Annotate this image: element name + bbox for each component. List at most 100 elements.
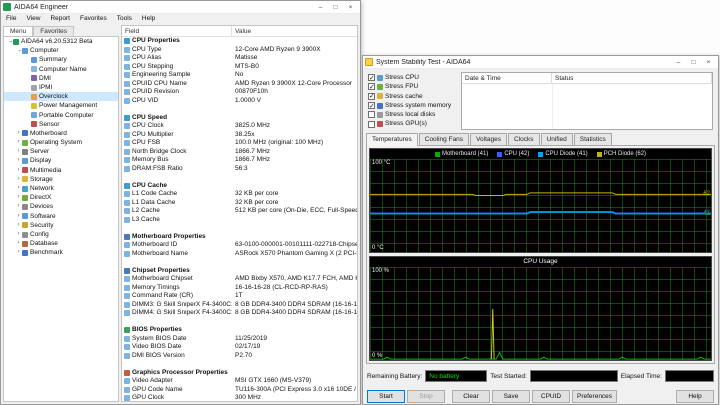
aida64-titlebar[interactable]: AIDA64 Engineer –□× xyxy=(1,1,360,14)
grid-row-engineering-sample[interactable]: Engineering SampleNo xyxy=(122,71,357,80)
grid-row-command-rate-cr[interactable]: Command Rate (CR)1T xyxy=(122,292,357,301)
grid-section-cpu-cache[interactable]: CPU Cache xyxy=(122,182,357,191)
grid-row-cpu-type[interactable]: CPU Type12-Core AMD Ryzen 9 3900X xyxy=(122,46,357,55)
tree-item-software[interactable]: ›Software xyxy=(4,212,118,221)
tab-temperatures[interactable]: Temperatures xyxy=(366,133,418,146)
start-button[interactable]: Start xyxy=(367,390,405,403)
grid-row-l1-data-cache[interactable]: L1 Data Cache32 KB per core xyxy=(122,199,357,208)
stop-button[interactable]: Stop xyxy=(407,390,445,403)
menu-item-view[interactable]: View xyxy=(21,14,45,24)
grid-row-gpu-code-name[interactable]: GPU Code NameTU116-300A (PCI Express 3.0… xyxy=(122,386,357,395)
tree-item-sensor[interactable]: Sensor xyxy=(4,120,118,129)
grid-row-cpu-stepping[interactable]: CPU SteppingMTS-B0 xyxy=(122,63,357,72)
stress-option-stress-cache[interactable]: Stress cache xyxy=(368,92,458,101)
grid-section-motherboard-properties[interactable]: Motherboard Properties xyxy=(122,233,357,242)
grid-row-gpu-clock[interactable]: GPU Clock300 MHz xyxy=(122,394,357,402)
stress-option-stress-system-memory[interactable]: Stress system memory xyxy=(368,101,458,110)
tab-unified[interactable]: Unified xyxy=(541,133,573,145)
grid-row-cpu-multiplier[interactable]: CPU Multiplier38.25x xyxy=(122,131,357,140)
grid-row-cpu-fsb[interactable]: CPU FSB100.0 MHz (original: 100 MHz) xyxy=(122,139,357,148)
tab-clocks[interactable]: Clocks xyxy=(508,133,540,145)
stress-option-stress-cpu[interactable]: Stress CPU xyxy=(368,73,458,82)
grid-row-dimm4-g-skill-sniperx-f4-3400c16-8gsxw[interactable]: DIMM4: G Skill SniperX F4-3400C16-8GSXW8… xyxy=(122,309,357,318)
checkbox-checked-icon[interactable] xyxy=(368,93,375,100)
tree-item-computer[interactable]: ›Computer xyxy=(4,46,118,55)
grid-row-memory-bus[interactable]: Memory Bus1866.7 MHz xyxy=(122,156,357,165)
sst-maximize-button[interactable]: □ xyxy=(686,57,701,68)
tree-item-network[interactable]: ›Network xyxy=(4,184,118,193)
sst-close-button[interactable]: × xyxy=(701,57,716,68)
tree-item-storage[interactable]: ›Storage xyxy=(4,175,118,184)
grid-row-video-adapter[interactable]: Video AdapterMSI GTX 1660 (MS-V379) xyxy=(122,377,357,386)
menu-item-tools[interactable]: Tools xyxy=(112,14,137,24)
tree-item-computer-name[interactable]: Computer Name xyxy=(4,65,118,74)
grid-row-cpuid-revision[interactable]: CPUID Revision00870F10h xyxy=(122,88,357,97)
tree-item-motherboard[interactable]: ›Motherboard xyxy=(4,129,118,138)
tree-item-aida64-v6-20-5312-beta[interactable]: ›AIDA64 v6.20.5312 Beta xyxy=(4,37,118,46)
aida64-minimize-button[interactable]: – xyxy=(313,2,328,13)
checkbox-unchecked-icon[interactable] xyxy=(368,121,375,128)
tree-item-multimedia[interactable]: ›Multimedia xyxy=(4,166,118,175)
grid-row-cpuid-cpu-name[interactable]: CPUID CPU NameAMD Ryzen 9 3900X 12-Core … xyxy=(122,80,357,89)
save-button[interactable]: Save xyxy=(492,390,530,403)
grid-row-memory-timings[interactable]: Memory Timings16-16-16-28 (CL-RCD-RP-RAS… xyxy=(122,284,357,293)
checkbox-checked-icon[interactable] xyxy=(368,102,375,109)
grid-row-l1-code-cache[interactable]: L1 Code Cache32 KB per core xyxy=(122,190,357,199)
menu-item-file[interactable]: File xyxy=(1,14,21,24)
grid-row-cpu-alias[interactable]: CPU AliasMatisse xyxy=(122,54,357,63)
grid-row-motherboard-id[interactable]: Motherboard ID63-0100-000001-00101111-02… xyxy=(122,241,357,250)
checkbox-checked-icon[interactable] xyxy=(368,83,375,90)
grid-row-l2-cache[interactable]: L2 Cache512 KB per core (On-Die, ECC, Fu… xyxy=(122,207,357,216)
tree-item-server[interactable]: ›Server xyxy=(4,147,118,156)
grid-row-north-bridge-clock[interactable]: North Bridge Clock1866.7 MHz xyxy=(122,148,357,157)
grid-row-cpu-vid[interactable]: CPU VID1.0000 V xyxy=(122,97,357,106)
grid-row-video-bios-date[interactable]: Video BIOS Date02/17/19 xyxy=(122,343,357,352)
checkbox-unchecked-icon[interactable] xyxy=(368,111,375,118)
grid-row-dmi-bios-version[interactable]: DMI BIOS VersionP2.70 xyxy=(122,352,357,361)
tree-item-dmi[interactable]: DMI xyxy=(4,74,118,83)
grid-section-cpu-properties[interactable]: CPU Properties xyxy=(122,37,357,46)
grid-section-cpu-speed[interactable]: CPU Speed xyxy=(122,114,357,123)
stress-option-stress-gpu-s[interactable]: Stress GPU(s) xyxy=(368,119,458,128)
tab-statistics[interactable]: Statistics xyxy=(574,133,612,145)
status-col-status[interactable]: Status xyxy=(552,73,712,83)
menu-item-favorites[interactable]: Favorites xyxy=(75,14,112,24)
tree-item-display[interactable]: ›Display xyxy=(4,156,118,165)
tab-cooling-fans[interactable]: Cooling Fans xyxy=(419,133,469,145)
panel-tab-favorites[interactable]: Favorites xyxy=(33,26,74,36)
tree-item-summary[interactable]: Summary xyxy=(4,55,118,64)
tree-item-power-management[interactable]: Power Management xyxy=(4,101,118,110)
tree-item-portable-computer[interactable]: Portable Computer xyxy=(4,111,118,120)
tree-item-devices[interactable]: ›Devices xyxy=(4,202,118,211)
grid-row-system-bios-date[interactable]: System BIOS Date11/25/2019 xyxy=(122,335,357,344)
menu-item-report[interactable]: Report xyxy=(45,14,75,24)
tab-voltages[interactable]: Voltages xyxy=(470,133,507,145)
tree-item-benchmark[interactable]: ›Benchmark xyxy=(4,248,118,257)
tree-item-directx[interactable]: ›DirectX xyxy=(4,193,118,202)
grid-row-dram-fsb-ratio[interactable]: DRAM:FSB Ratio56:3 xyxy=(122,165,357,174)
tree-item-overclock[interactable]: Overclock xyxy=(4,92,118,101)
aida64-close-button[interactable]: × xyxy=(343,2,358,13)
grid-row-cpu-clock[interactable]: CPU Clock3825.0 MHz xyxy=(122,122,357,131)
grid-row-dimm3-g-skill-sniperx-f4-3400c16-8gsxw[interactable]: DIMM3: G Skill SniperX F4-3400C16-8GSXW8… xyxy=(122,301,357,310)
stress-option-stress-fpu[interactable]: Stress FPU xyxy=(368,82,458,91)
cpuid-button[interactable]: CPUID xyxy=(532,390,570,403)
status-col-datetime[interactable]: Date & Time xyxy=(462,73,552,83)
grid-header-value[interactable]: Value xyxy=(232,26,254,36)
tree-item-operating-system[interactable]: ›Operating System xyxy=(4,138,118,147)
stress-option-stress-local-disks[interactable]: Stress local disks xyxy=(368,110,458,119)
sst-titlebar[interactable]: System Stability Test - AIDA64 –□× xyxy=(363,56,718,69)
tree-item-ipmi[interactable]: IPMI xyxy=(4,83,118,92)
tree-item-security[interactable]: ›Security xyxy=(4,221,118,230)
checkbox-checked-icon[interactable] xyxy=(368,74,375,81)
grid-row-motherboard-name[interactable]: Motherboard NameASRock X570 Phantom Gami… xyxy=(122,250,357,259)
clear-button[interactable]: Clear xyxy=(452,390,490,403)
panel-tab-menu[interactable]: Menu xyxy=(3,26,33,36)
aida64-maximize-button[interactable]: □ xyxy=(328,2,343,13)
help-button[interactable]: Help xyxy=(676,390,714,403)
grid-section-graphics-processor-properties[interactable]: Graphics Processor Properties xyxy=(122,369,357,378)
grid-row-l3-cache[interactable]: L3 Cache xyxy=(122,216,357,225)
tree-item-database[interactable]: ›Database xyxy=(4,239,118,248)
preferences-button[interactable]: Preferences xyxy=(572,390,617,403)
grid-header-field[interactable]: Field xyxy=(122,26,232,36)
